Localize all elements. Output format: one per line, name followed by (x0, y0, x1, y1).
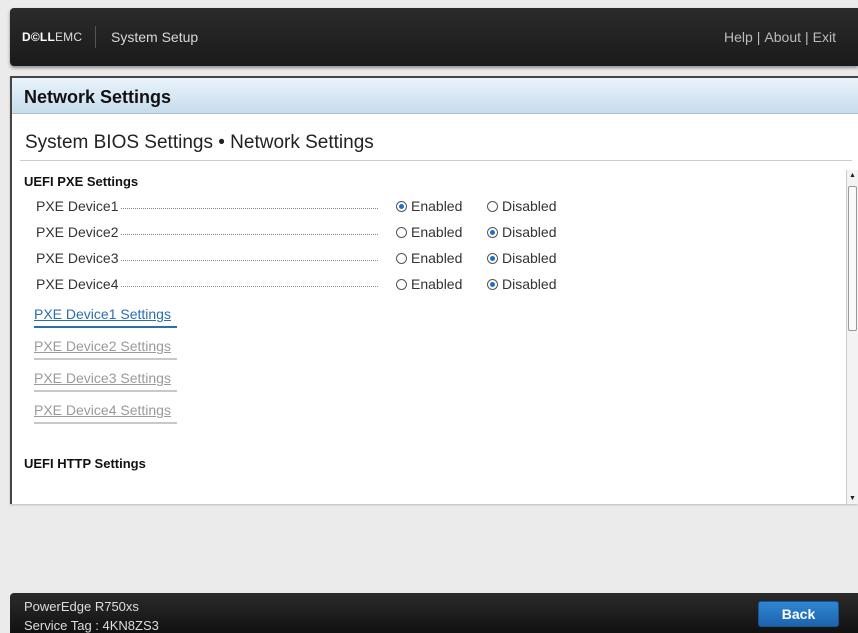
section-title-uefi-http: UEFI HTTP Settings (24, 456, 146, 471)
pxe-device3-disabled-radio[interactable]: Disabled (487, 250, 556, 266)
dotted-leader (116, 260, 378, 261)
radio-label: Enabled (411, 276, 463, 292)
radio-selected-icon (396, 200, 407, 212)
dotted-leader (116, 234, 378, 235)
link-separator: | (805, 29, 809, 45)
pxe-device2-settings-link[interactable]: PXE Device2 Settings (34, 338, 177, 360)
pxe-device2-label: PXE Device2 (36, 224, 122, 240)
radio-label: Disabled (502, 250, 557, 266)
dotted-leader (116, 208, 378, 209)
pxe-device2-disabled-radio[interactable]: Disabled (487, 224, 556, 240)
brand-divider (95, 26, 96, 48)
radio-label: Enabled (411, 250, 463, 266)
radio-label: Enabled (411, 224, 463, 240)
help-link[interactable]: Help (724, 29, 753, 45)
pxe-device1-enabled-radio[interactable]: Enabled (396, 198, 462, 214)
panel-header-title: Network Settings (24, 87, 172, 107)
radio-label: Disabled (502, 276, 557, 292)
triangle-down-icon[interactable]: ▼ (847, 493, 858, 504)
radio-unselected-icon (396, 278, 407, 290)
pxe-device1-settings-link[interactable]: PXE Device1 Settings (34, 306, 177, 328)
about-link[interactable]: About (764, 29, 801, 45)
scrollbar-thumb[interactable] (848, 186, 857, 331)
pxe-device3-settings-link[interactable]: PXE Device3 Settings (34, 370, 177, 392)
pxe-device1-row: PXE Device1 Enabled Disabled (36, 198, 596, 218)
pxe-device1-label: PXE Device1 (36, 198, 122, 214)
brand-emc: EMC (54, 30, 83, 44)
page-title: System BIOS Settings • Network Settings (25, 132, 374, 153)
brand-bold: D©LL (22, 30, 55, 44)
pxe-device4-label: PXE Device4 (36, 276, 122, 292)
triangle-up-icon[interactable]: ▲ (847, 170, 858, 181)
radio-selected-icon (487, 278, 498, 290)
radio-selected-icon (487, 226, 498, 238)
pxe-device4-row: PXE Device4 Enabled Disabled (36, 276, 596, 296)
link-separator: | (756, 29, 761, 45)
pxe-device3-row: PXE Device3 Enabled Disabled (36, 250, 596, 270)
pxe-device4-settings-link[interactable]: PXE Device4 Settings (34, 402, 177, 424)
radio-selected-icon (487, 252, 498, 264)
settings-scroll-area[interactable]: UEFI PXE Settings PXE Device1 Enabled Di… (12, 166, 846, 504)
pxe-device4-disabled-radio[interactable]: Disabled (487, 276, 556, 292)
vertical-scrollbar[interactable]: ▲ ▼ (846, 170, 858, 504)
pxe-device3-enabled-radio[interactable]: Enabled (396, 250, 462, 266)
radio-label: Enabled (411, 198, 463, 214)
panel-header: Network Settings (12, 78, 858, 114)
pxe-device2-row: PXE Device2 Enabled Disabled (36, 224, 596, 244)
top-bar: D©LLEMC System Setup Help | About | Exit (10, 8, 858, 66)
title-divider (20, 160, 852, 161)
pxe-device4-enabled-radio[interactable]: Enabled (396, 276, 462, 292)
main-panel: Network Settings System BIOS Settings • … (10, 76, 858, 504)
radio-unselected-icon (396, 252, 407, 264)
radio-label: Disabled (502, 224, 557, 240)
back-button[interactable]: Back (758, 601, 839, 627)
service-tag: Service Tag : 4KN8ZS3 (24, 618, 159, 633)
dell-emc-logo: D©LLEMC (22, 30, 82, 46)
top-links: Help | About | Exit (724, 29, 836, 45)
section-title-uefi-pxe: UEFI PXE Settings (24, 174, 139, 189)
pxe-device2-enabled-radio[interactable]: Enabled (396, 224, 462, 240)
dotted-leader (116, 286, 378, 287)
footer-bar: PowerEdge R750xs Service Tag : 4KN8ZS3 B… (10, 593, 858, 633)
exit-link[interactable]: Exit (813, 29, 836, 45)
pxe-device3-label: PXE Device3 (36, 250, 122, 266)
app-title: System Setup (111, 29, 199, 45)
system-model: PowerEdge R750xs (24, 599, 139, 614)
radio-unselected-icon (487, 200, 498, 212)
pxe-device1-disabled-radio[interactable]: Disabled (487, 198, 556, 214)
radio-unselected-icon (396, 226, 407, 238)
radio-label: Disabled (502, 198, 557, 214)
